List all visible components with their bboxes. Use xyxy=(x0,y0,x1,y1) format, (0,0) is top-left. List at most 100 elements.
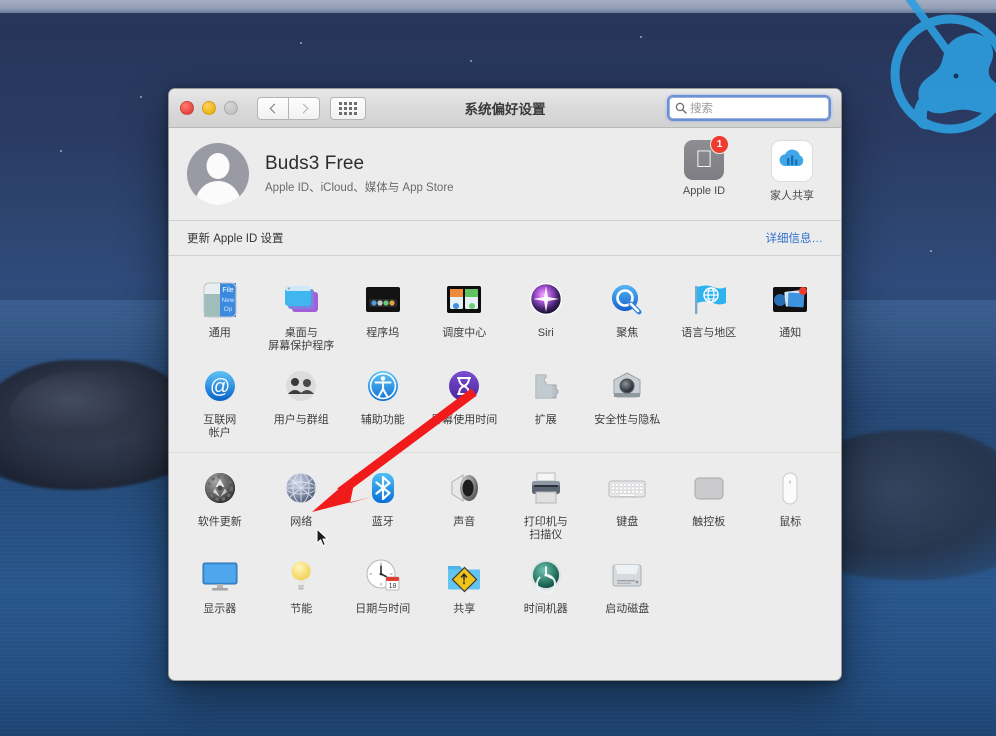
security-privacy-icon xyxy=(605,365,649,409)
avatar[interactable] xyxy=(187,143,249,205)
pref-general[interactable]: File New Op 通用 xyxy=(179,270,261,357)
sound-icon xyxy=(442,467,486,511)
pref-label: 打印机与 扫描仪 xyxy=(523,516,568,541)
users-groups-icon xyxy=(279,365,323,409)
time-machine-icon xyxy=(524,554,568,598)
minimize-button[interactable] xyxy=(202,101,216,115)
pref-network[interactable]: 网络 xyxy=(261,459,343,546)
pref-notifications[interactable]: 通知 xyxy=(750,270,832,357)
pref-spotlight[interactable]: 聚焦 xyxy=(587,270,669,357)
apple-id-shortcut-label: Apple ID xyxy=(682,185,726,197)
search-input[interactable]: 搜索 xyxy=(669,97,829,119)
avatar-head xyxy=(206,153,230,179)
pref-screen-time[interactable]: 屏幕使用时间 xyxy=(424,357,506,444)
details-link[interactable]: 详细信息… xyxy=(766,230,824,246)
pref-language-region[interactable]: 语言与地区 xyxy=(668,270,750,357)
pref-desktop-screensaver[interactable]: 桌面与 屏幕保护程序 xyxy=(261,270,343,357)
apple-glyph:  xyxy=(695,148,713,172)
pref-label: 节能 xyxy=(290,603,313,615)
pref-time-machine[interactable]: 时间机器 xyxy=(505,546,587,620)
show-all-button[interactable] xyxy=(330,96,366,120)
pref-sound[interactable]: 声音 xyxy=(424,459,506,546)
family-sharing-shortcut[interactable]: 家人共享 xyxy=(761,140,823,203)
pref-internet-accounts[interactable]: @ 互联网 帐户 xyxy=(179,357,261,444)
pref-label: 屏幕使用时间 xyxy=(431,414,498,426)
navigation-buttons[interactable] xyxy=(257,96,320,120)
pref-displays[interactable]: 显示器 xyxy=(179,546,261,620)
energy-saver-icon xyxy=(279,554,323,598)
left-cliff-highlight xyxy=(10,372,160,442)
pref-security-privacy[interactable]: 安全性与隐私 xyxy=(587,357,669,444)
pref-label: 共享 xyxy=(453,603,476,615)
date-time-icon: 18 xyxy=(361,554,405,598)
pref-label: 辅助功能 xyxy=(360,414,405,426)
close-button[interactable] xyxy=(180,101,194,115)
pref-label: 桌面与 屏幕保护程序 xyxy=(268,327,335,352)
pref-software-update[interactable]: 软件更新 xyxy=(179,459,261,546)
pref-siri[interactable]: Siri xyxy=(505,270,587,357)
pref-printers-scanners[interactable]: 打印机与 扫描仪 xyxy=(505,459,587,546)
pref-label: 鼠标 xyxy=(779,516,802,528)
pref-date-time[interactable]: 18 日期与时间 xyxy=(342,546,424,620)
pref-label: 声音 xyxy=(453,516,476,528)
pref-mouse[interactable]: 鼠标 xyxy=(750,459,832,546)
displays-icon xyxy=(198,554,242,598)
pref-bluetooth[interactable]: 蓝牙 xyxy=(342,459,424,546)
pref-label: 调度中心 xyxy=(442,327,487,339)
printers-scanners-icon xyxy=(524,467,568,511)
forward-button[interactable] xyxy=(289,96,320,120)
chevron-right-icon xyxy=(298,103,308,113)
pref-accessibility[interactable]: 辅助功能 xyxy=(342,357,424,444)
dock-icon xyxy=(361,278,405,322)
account-subtitle: Apple ID、iCloud、媒体与 App Store xyxy=(265,182,454,194)
search-box[interactable]: 搜索 xyxy=(667,95,831,121)
prefs-row: File New Op 通用 桌面与 屏幕保护程序 程序坞 调度中心 Siri … xyxy=(179,270,831,357)
sharing-icon xyxy=(442,554,486,598)
pref-label: 触控板 xyxy=(692,516,726,528)
pref-dock[interactable]: 程序坞 xyxy=(342,270,424,357)
pref-keyboard[interactable]: 键盘 xyxy=(587,459,669,546)
pref-energy-saver[interactable]: 节能 xyxy=(261,546,343,620)
star xyxy=(640,36,642,38)
pref-extensions[interactable]: 扩展 xyxy=(505,357,587,444)
back-button[interactable] xyxy=(257,96,289,120)
pref-label: 互联网 帐户 xyxy=(203,414,237,439)
zoom-button xyxy=(224,101,238,115)
mission-control-icon xyxy=(442,278,486,322)
pref-sharing[interactable]: 共享 xyxy=(424,546,506,620)
apple-id-update-strip[interactable]: 更新 Apple ID 设置 详细信息… xyxy=(169,220,841,256)
banner-shortcuts[interactable]:  1 Apple ID 家人共享 xyxy=(673,135,823,203)
pref-startup-disk[interactable]: 启动磁盘 xyxy=(587,546,669,620)
pref-label: 通知 xyxy=(779,327,802,339)
chevron-left-icon xyxy=(269,103,279,113)
star xyxy=(140,96,142,98)
window-controls[interactable] xyxy=(180,101,238,115)
star xyxy=(930,250,932,252)
icloud-family-icon xyxy=(771,140,813,182)
pref-label: 聚焦 xyxy=(616,327,639,339)
svg-text:File: File xyxy=(222,287,233,294)
siri-icon xyxy=(524,278,568,322)
system-preferences-window[interactable]: 系统偏好设置 搜索 Buds3 Free Apple ID、iCloud、媒体与… xyxy=(168,88,842,681)
grid-icon xyxy=(339,101,357,115)
pref-label: 时间机器 xyxy=(523,603,568,615)
trackpad-icon xyxy=(687,467,731,511)
pref-label: 软件更新 xyxy=(197,516,242,528)
svg-text:@: @ xyxy=(210,376,230,398)
startup-disk-icon xyxy=(605,554,649,598)
star xyxy=(300,42,302,44)
apple-id-shortcut[interactable]:  1 Apple ID xyxy=(673,135,735,203)
language-region-icon xyxy=(687,278,731,322)
window-titlebar[interactable]: 系统偏好设置 搜索 xyxy=(169,89,841,128)
pref-label: 语言与地区 xyxy=(681,327,737,339)
sky-horizon-strip xyxy=(0,0,996,13)
family-sharing-label: 家人共享 xyxy=(770,190,814,202)
preference-panes-grid: File New Op 通用 桌面与 屏幕保护程序 程序坞 调度中心 Siri … xyxy=(169,256,841,628)
apple-id-banner[interactable]: Buds3 Free Apple ID、iCloud、媒体与 App Store… xyxy=(169,128,841,220)
svg-text:Op: Op xyxy=(223,306,232,313)
desktop-screensaver-icon xyxy=(279,278,323,322)
update-message: 更新 Apple ID 设置 xyxy=(187,233,284,245)
pref-users-groups[interactable]: 用户与群组 xyxy=(261,357,343,444)
pref-mission-control[interactable]: 调度中心 xyxy=(424,270,506,357)
pref-trackpad[interactable]: 触控板 xyxy=(668,459,750,546)
